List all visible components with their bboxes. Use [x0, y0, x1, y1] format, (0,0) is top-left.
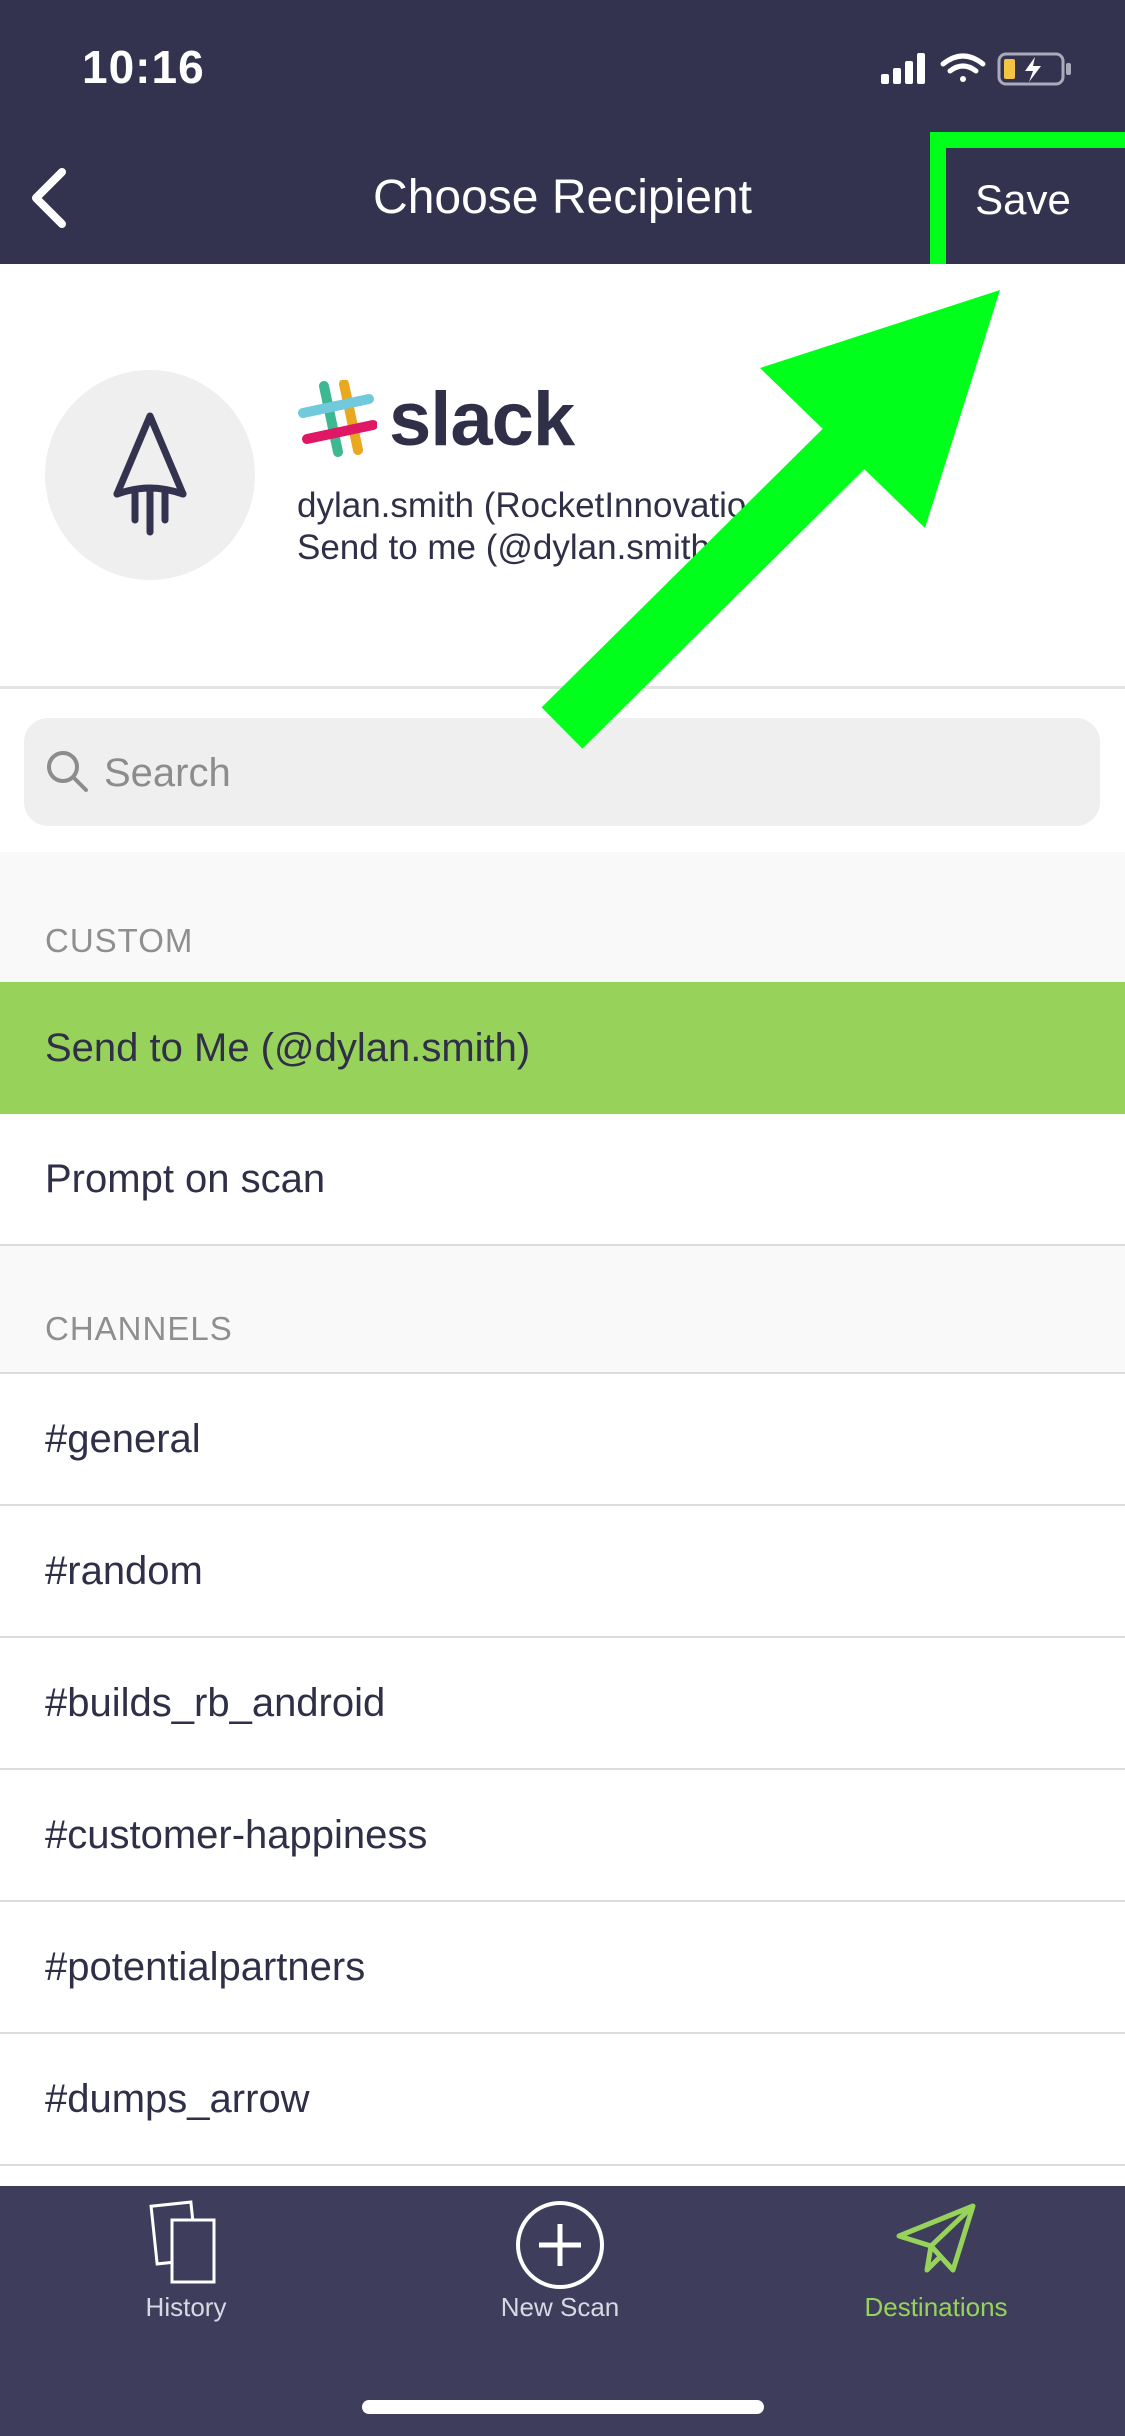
- wifi-icon: [940, 53, 986, 82]
- tab-history[interactable]: History: [56, 2186, 316, 2356]
- home-indicator: [362, 2400, 764, 2414]
- slack-logo: slack: [297, 377, 617, 470]
- search-bar[interactable]: [24, 718, 1100, 826]
- tab-label: New Scan: [500, 2292, 620, 2322]
- channel-item-dumps-arrow[interactable]: #dumps_arrow: [0, 2034, 1125, 2166]
- avatar: [45, 370, 255, 580]
- slack-hash-icon: [298, 380, 377, 457]
- section-header-channels: CHANNELS: [0, 1246, 1125, 1374]
- channel-label: #builds_rb_android: [45, 1680, 386, 1725]
- search-input[interactable]: [102, 736, 1066, 810]
- channel-item-potentialpartners[interactable]: #potentialpartners: [0, 1902, 1125, 2034]
- channel-label: #random: [45, 1548, 203, 1593]
- section-header-custom: CUSTOM: [0, 852, 1125, 982]
- list-item-label: Send to Me (@dylan.smith): [45, 1025, 531, 1070]
- status-time: 10:16: [82, 41, 205, 93]
- paper-plane-icon: [896, 2203, 976, 2273]
- tab-destinations[interactable]: Destinations: [806, 2186, 1066, 2356]
- account-name: dylan.smith (RocketInnovatio: [297, 486, 747, 525]
- account-default-destination: Send to me (@dylan.smith: [297, 528, 710, 567]
- list-item-label: Prompt on scan: [45, 1156, 326, 1201]
- list-item-send-to-me[interactable]: Send to Me (@dylan.smith): [0, 982, 1125, 1114]
- channel-label: #potentialpartners: [45, 1944, 366, 1989]
- list-item-prompt-on-scan[interactable]: Prompt on scan: [0, 1114, 1125, 1246]
- battery-icon: [997, 52, 1071, 86]
- tab-new-scan[interactable]: New Scan: [430, 2186, 690, 2356]
- channel-item-customer-happiness[interactable]: #customer-happiness: [0, 1770, 1125, 1902]
- channel-item-general[interactable]: #general: [0, 1374, 1125, 1506]
- search-icon: [47, 751, 88, 792]
- status-icons: [881, 52, 1071, 86]
- channel-item-random[interactable]: #random: [0, 1506, 1125, 1638]
- tab-bar: History New Scan Destinations: [0, 2186, 1125, 2436]
- rocketbook-logo-icon: [113, 412, 187, 536]
- tab-label: History: [145, 2292, 227, 2322]
- channel-label: #general: [45, 1416, 201, 1461]
- tab-label: Destinations: [864, 2292, 1008, 2322]
- new-scan-icon: [516, 2201, 604, 2289]
- status-bar: 10:16: [0, 0, 1125, 132]
- save-button[interactable]: Save: [956, 162, 1090, 238]
- cellular-signal-icon: [881, 53, 925, 84]
- nav-bar: Choose Recipient Save: [0, 132, 1125, 264]
- search-section: [0, 686, 1125, 854]
- history-icon: [149, 2200, 216, 2284]
- channel-label: #dumps_arrow: [45, 2076, 310, 2121]
- channel-item-builds-rb-android[interactable]: #builds_rb_android: [0, 1638, 1125, 1770]
- account-card: slack dylan.smith (RocketInnovatio Send …: [0, 264, 1125, 689]
- channel-label: #customer-happiness: [45, 1812, 428, 1857]
- slack-wordmark: slack: [389, 377, 575, 462]
